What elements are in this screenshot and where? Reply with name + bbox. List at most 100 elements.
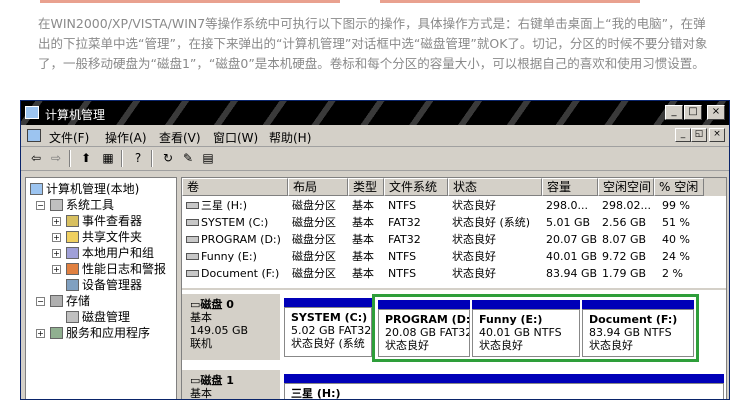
partition-e[interactable]: Funny (E:) 40.01 GB NTFS 状态良好 xyxy=(472,309,580,357)
mdi-minimize-button[interactable]: _ xyxy=(675,128,691,142)
free-space-cell: 1.79 GB xyxy=(602,267,647,280)
storage-icon xyxy=(50,295,63,307)
column-header-status[interactable]: 状态 xyxy=(448,178,542,196)
tree-item-perf-logs[interactable]: 性能日志和警报 xyxy=(66,261,166,277)
mdi-app-icon[interactable] xyxy=(27,129,41,142)
percent-free-cell: 2 % xyxy=(662,267,683,280)
layout-cell: 磁盘分区 xyxy=(292,233,336,246)
percent-free-cell: 99 % xyxy=(662,199,690,212)
tree-item-services[interactable]: 服务和应用程序 xyxy=(50,325,150,341)
volume-row[interactable]: Document (F:) 磁盘分区 基本 NTFS 状态良好 83.94 GB… xyxy=(182,265,726,282)
status-cell: 状态良好 xyxy=(452,250,496,263)
back-arrow-icon[interactable]: ⇦ xyxy=(27,150,45,167)
column-header-volume[interactable]: 卷 xyxy=(182,178,288,196)
event-viewer-icon xyxy=(66,215,79,227)
tree-item-disk-management[interactable]: 磁盘管理 xyxy=(66,309,130,325)
percent-free-cell: 51 % xyxy=(662,216,690,229)
disk-size: 149.05 GB xyxy=(190,324,249,337)
collapse-toggle[interactable]: − xyxy=(36,201,45,210)
column-header-percent-free[interactable]: % 空闲 xyxy=(654,178,704,196)
status-cell: 状态良好 xyxy=(452,267,496,280)
shared-folder-icon xyxy=(66,231,79,243)
partition-name: Funny (E:) xyxy=(479,313,543,326)
partition-f[interactable]: Document (F:) 83.94 GB NTFS 状态良好 xyxy=(582,309,694,357)
column-header-capacity[interactable]: 容量 xyxy=(542,178,598,196)
column-header-layout[interactable]: 布局 xyxy=(288,178,348,196)
disk-icon: ▭磁盘 0 xyxy=(190,298,234,311)
expand-toggle[interactable]: + xyxy=(52,249,61,258)
tree-item-device-manager[interactable]: 设备管理器 xyxy=(66,277,142,293)
mdi-restore-button[interactable]: ◱ xyxy=(691,128,707,142)
disk-icon: ▭磁盘 1 xyxy=(190,374,234,387)
title-bar[interactable]: 计算机管理 _ □ × xyxy=(21,101,729,125)
type-cell: 基本 xyxy=(352,216,374,229)
export-list-icon[interactable]: ▤ xyxy=(199,150,217,167)
tree-item-storage[interactable]: 存储 xyxy=(50,293,90,309)
volume-list-header: 卷 布局 类型 文件系统 状态 容量 空闲空间 % 空闲 xyxy=(182,178,726,196)
expand-toggle[interactable]: + xyxy=(52,265,61,274)
expand-toggle[interactable]: + xyxy=(52,233,61,242)
tree-label: 设备管理器 xyxy=(82,278,143,292)
refresh-icon[interactable]: ↻ xyxy=(159,150,177,167)
partition-d[interactable]: PROGRAM (D:) 20.08 GB FAT32 状态良好 xyxy=(378,309,470,357)
minimize-button[interactable]: _ xyxy=(665,105,683,120)
up-folder-icon[interactable]: ⬆ xyxy=(77,150,95,167)
toolbar-separator xyxy=(121,150,123,167)
tree-item-local-users[interactable]: 本地用户和组 xyxy=(66,245,154,261)
type-cell: 基本 xyxy=(352,199,374,212)
tree-label: 共享文件夹 xyxy=(82,230,143,244)
volume-row[interactable]: PROGRAM (D:) 磁盘分区 基本 FAT32 状态良好 20.07 GB… xyxy=(182,231,726,248)
show-tree-icon[interactable]: ▦ xyxy=(99,150,117,167)
volume-icon xyxy=(186,253,199,260)
close-button[interactable]: × xyxy=(707,105,725,120)
disk-type: 基本 xyxy=(190,311,212,324)
mdi-close-button[interactable]: × xyxy=(709,128,725,142)
partition-info: 83.94 GB NTFS xyxy=(589,326,672,339)
disk-name: 磁盘 0 xyxy=(200,298,234,311)
tree-label: 系统工具 xyxy=(66,198,115,212)
type-cell: 基本 xyxy=(352,250,374,263)
properties-icon[interactable]: ✎ xyxy=(179,150,197,167)
partition-info: 40.01 GB NTFS xyxy=(479,326,562,339)
menu-help[interactable]: 帮助(H) xyxy=(269,129,311,146)
volume-row[interactable]: SYSTEM (C:) 磁盘分区 基本 FAT32 状态良好 (系统) 5.01… xyxy=(182,214,726,231)
volume-icon xyxy=(186,236,199,243)
menu-window[interactable]: 窗口(W) xyxy=(213,129,258,146)
forward-arrow-icon[interactable]: ⇨ xyxy=(47,150,65,167)
menu-action[interactable]: 操作(A) xyxy=(105,129,147,146)
column-header-filesystem[interactable]: 文件系统 xyxy=(384,178,448,196)
status-cell: 状态良好 (系统) xyxy=(452,216,531,229)
tree-item-root[interactable]: 计算机管理(本地) xyxy=(30,181,139,197)
disk-0-label[interactable]: ▭磁盘 0 基本 149.05 GB 联机 xyxy=(182,294,280,360)
tree-item-event-viewer[interactable]: 事件查看器 xyxy=(66,213,142,229)
expand-toggle[interactable]: + xyxy=(36,329,45,338)
volume-name-cell: Document (F:) xyxy=(186,265,288,282)
filesystem-cell: NTFS xyxy=(388,267,417,280)
column-header-free-space[interactable]: 空闲空间 xyxy=(598,178,654,196)
help-icon[interactable]: ? xyxy=(129,150,147,167)
toolbar-separator xyxy=(69,150,71,167)
partition-status: 状态良好 xyxy=(589,339,633,352)
maximize-button[interactable]: □ xyxy=(684,105,702,120)
menu-view[interactable]: 查看(V) xyxy=(159,129,201,146)
partition-c[interactable]: SYSTEM (C:) 5.02 GB FAT32 状态良好 (系统 xyxy=(284,307,372,357)
layout-cell: 磁盘分区 xyxy=(292,199,336,212)
tree-item-shared-folders[interactable]: 共享文件夹 xyxy=(66,229,142,245)
tree-label: 计算机管理(本地) xyxy=(46,182,140,196)
volume-name-cell: SYSTEM (C:) xyxy=(186,214,288,231)
volume-icon xyxy=(186,270,199,277)
menu-file[interactable]: 文件(F) xyxy=(49,129,89,146)
collapse-toggle[interactable]: − xyxy=(36,297,45,306)
volume-name: PROGRAM (D:) xyxy=(201,233,281,246)
volume-row[interactable]: Funny (E:) 磁盘分区 基本 NTFS 状态良好 40.01 GB 9.… xyxy=(182,248,726,265)
details-pane: 卷 布局 类型 文件系统 状态 容量 空闲空间 % 空闲 三星 (H:) 磁盘分… xyxy=(181,177,727,399)
disk-1-label[interactable]: ▭磁盘 1 基本 xyxy=(182,370,280,399)
capacity-cell: 40.01 GB xyxy=(546,250,598,263)
free-space-cell: 9.72 GB xyxy=(602,250,647,263)
tree-item-system-tools[interactable]: 系统工具 xyxy=(50,197,114,213)
column-header-type[interactable]: 类型 xyxy=(348,178,384,196)
partition-h[interactable]: 三星 (H:) xyxy=(284,383,724,399)
expand-toggle[interactable]: + xyxy=(52,217,61,226)
volume-row[interactable]: 三星 (H:) 磁盘分区 基本 NTFS 状态良好 298.0... 298.0… xyxy=(182,197,726,214)
volume-name: Funny (E:) xyxy=(201,250,257,263)
